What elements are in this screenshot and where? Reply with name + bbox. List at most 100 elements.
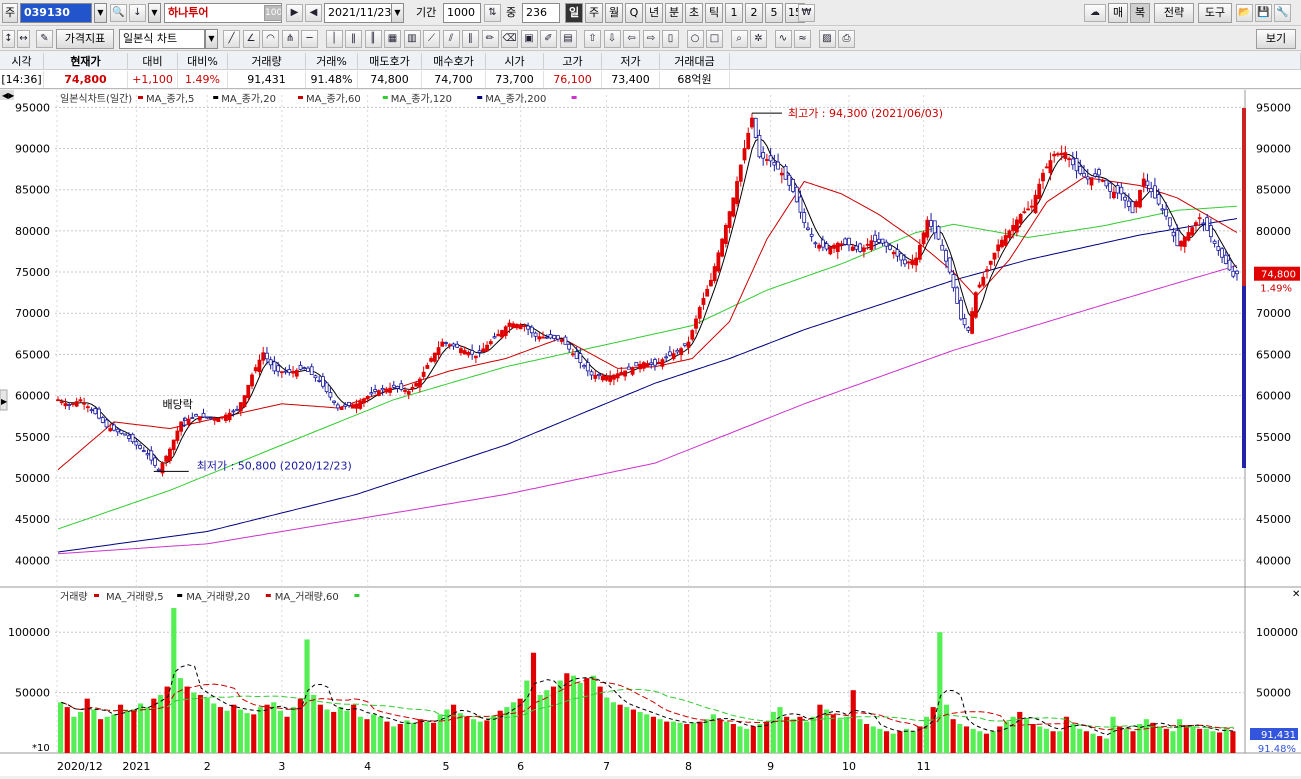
interval-button-6[interactable]: 초 (685, 3, 703, 23)
next-icon[interactable]: ▶ (286, 4, 303, 22)
zoom-icon[interactable]: ⌕ (730, 30, 748, 48)
currency-icon[interactable]: ₩ (798, 4, 815, 22)
edit-icon[interactable]: ✎ (36, 30, 53, 48)
stock-code-input[interactable]: 039130 (20, 3, 92, 23)
date-dropdown-icon[interactable]: ▼ (391, 3, 404, 23)
grid-icon[interactable]: ▦ (384, 30, 401, 48)
market-selector[interactable]: 주 (2, 3, 18, 23)
volume-bar-165 (1157, 726, 1163, 753)
candle-body-208 (832, 244, 836, 249)
arrow-left-icon[interactable]: ⇦ (623, 30, 640, 48)
arrow-down-icon[interactable]: ⇩ (603, 30, 621, 48)
history-dropdown-icon[interactable]: ▼ (148, 3, 161, 23)
volume-legend-swatch-2 (265, 594, 271, 597)
interval-button-9[interactable]: 2 (745, 3, 763, 23)
indicator-button[interactable]: 가격지표 (56, 29, 114, 49)
save-icon[interactable]: 💾 (1255, 4, 1272, 22)
interval-button-8[interactable]: 1 (725, 3, 743, 23)
arrow-right-icon[interactable]: ⇨ (642, 30, 660, 48)
wrench-icon[interactable]: 🔧 (1274, 4, 1291, 22)
rectangle-icon[interactable]: □ (706, 30, 723, 48)
volume-bar-107 (770, 711, 776, 753)
wave-a-icon[interactable]: ∿ (774, 30, 792, 48)
horizontal-line-icon[interactable]: ─ (301, 30, 318, 48)
bars-icon[interactable]: ▥ (403, 30, 421, 48)
label-icon[interactable]: ✐ (540, 30, 557, 48)
period-lines-icon[interactable]: ‖ (345, 30, 362, 48)
pitchfork-icon[interactable]: ⋔ (281, 30, 299, 48)
volume-bar-10 (124, 710, 130, 753)
note-icon[interactable]: ▯ (662, 30, 679, 48)
x-tick-9: 9 (767, 760, 774, 773)
volume-bar-22 (204, 697, 210, 753)
legend-swatch-3 (382, 96, 388, 99)
volume-bar-159 (1117, 726, 1123, 753)
print-icon[interactable]: ⎙ (838, 30, 855, 48)
pencil-icon[interactable]: ✏ (481, 30, 499, 48)
tools-button[interactable]: 도구 (1198, 3, 1232, 23)
arrows-icon[interactable]: ↕ (2, 30, 15, 48)
channel-icon[interactable]: ⫽ (442, 30, 460, 48)
trend-fan-icon[interactable]: ⟋ (423, 30, 440, 48)
search-icon[interactable]: 🔍 (110, 4, 127, 22)
prev-icon[interactable]: ◀ (305, 4, 322, 22)
candle-body-107 (455, 343, 460, 348)
code-dropdown-icon[interactable]: ▼ (94, 3, 107, 23)
pan-icon[interactable]: ↔ (17, 30, 30, 48)
arc-icon[interactable]: ◠ (262, 30, 279, 48)
memo-icon[interactable]: ▤ (559, 30, 577, 48)
print-preview-icon[interactable]: ▨ (818, 30, 836, 48)
open-folder-icon[interactable]: 📂 (1236, 4, 1253, 22)
arrow-up-icon[interactable]: ⇧ (584, 30, 601, 48)
vertical-line-icon[interactable]: │ (325, 30, 343, 48)
volume-bar-157 (1103, 738, 1109, 753)
interval-button-3[interactable]: Q (625, 3, 643, 23)
circle-icon[interactable]: ○ (686, 30, 704, 48)
magic-icon[interactable]: ✲ (750, 30, 767, 48)
interval-button-10[interactable]: 5 (765, 3, 783, 23)
eraser-icon[interactable]: ⌫ (501, 30, 518, 48)
dividend-label: 배당락 (162, 398, 192, 411)
interval-button-2[interactable]: 월 (605, 3, 623, 23)
chart-background (0, 90, 1301, 776)
interval-button-0[interactable]: 일 (565, 3, 583, 23)
chart-type-dropdown-icon[interactable]: ▼ (205, 29, 218, 49)
wave-b-icon[interactable]: ≈ (794, 30, 811, 48)
date-input[interactable]: 2021/11/23 (324, 3, 392, 23)
candlestick-chart[interactable]: ◀▶ ▶ ✕ 95000 95000 90000 90000 85000 85000 80000 8… (0, 90, 1301, 776)
candle-body-279 (1097, 169, 1101, 176)
sort-icon[interactable]: ↓ (129, 4, 146, 22)
interval-button-1[interactable]: 주 (585, 3, 603, 23)
volume-bar-158 (1110, 716, 1116, 753)
angle-line-icon[interactable]: ∠ (242, 30, 260, 48)
candle-body-194 (779, 172, 784, 176)
parallel-icon[interactable]: ∥ (462, 30, 479, 48)
chart-area[interactable]: ◀▶ ▶ ✕ 95000 95000 90000 90000 85000 85000 80000 8… (0, 90, 1301, 776)
volume-bar-108 (777, 707, 783, 753)
candle-body-62 (287, 369, 292, 373)
x-tick-3: 3 (278, 760, 285, 773)
color-fill-icon[interactable]: ▣ (520, 30, 538, 48)
interval-button-7[interactable]: 틱 (705, 3, 723, 23)
period-input[interactable]: 1000 (443, 3, 481, 23)
interval-button-4[interactable]: 년 (645, 3, 663, 23)
period-spin-icon[interactable]: ⇅ (484, 4, 501, 22)
chart-type-select[interactable]: 일본식 차트 (119, 29, 205, 49)
candle-body-138 (570, 353, 575, 356)
fibo-time-icon[interactable]: ║ (364, 30, 382, 48)
top-toolbar: 주 039130 ▼ 🔍 ↓ ▼ 하나투어 100 ▶ ◀ 2021/11/23… (0, 0, 1301, 26)
volume-bar-101 (730, 724, 736, 753)
view-button[interactable]: 보기 (1256, 29, 1296, 49)
line-icon[interactable]: ╱ (223, 30, 240, 48)
price-tick-left-7: 60000 (15, 390, 50, 403)
candle-body-101 (432, 352, 437, 362)
buy-button[interactable]: 매 (1108, 3, 1128, 23)
price-tick-right-9: 50000 (1256, 472, 1291, 485)
candle-body-12 (100, 417, 105, 423)
interval-button-5[interactable]: 분 (665, 3, 683, 23)
multi-button[interactable]: 복 (1130, 3, 1150, 23)
strategy-button[interactable]: 전략 (1154, 3, 1194, 23)
count-input[interactable]: 236 (522, 3, 560, 23)
candle-body-264 (1041, 172, 1045, 182)
cloud-icon[interactable]: ☁ (1084, 4, 1106, 22)
